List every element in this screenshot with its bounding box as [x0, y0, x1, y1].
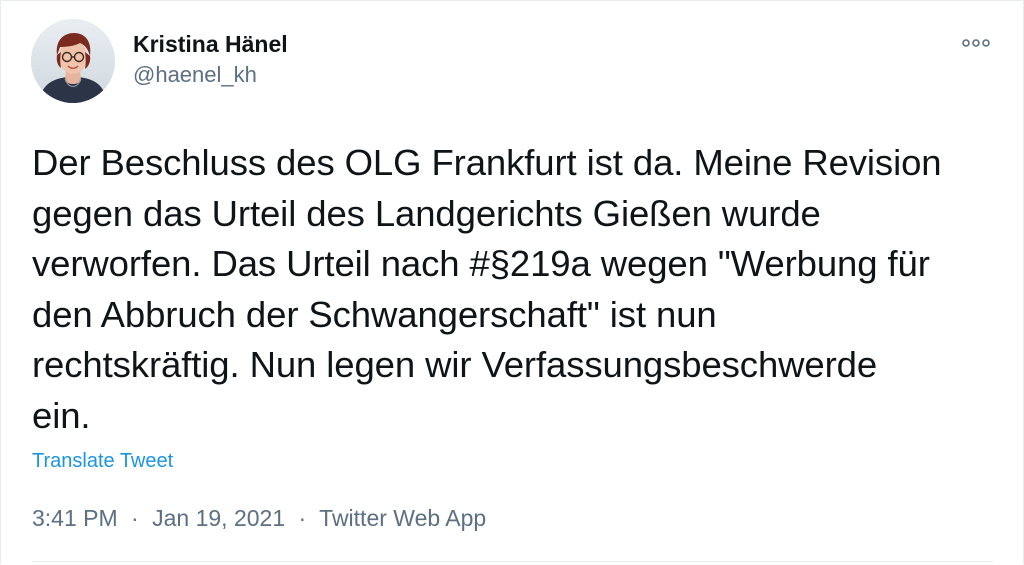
tweet-source[interactable]: Twitter Web App: [319, 505, 486, 531]
tweet-meta: 3:41 PM · Jan 19, 2021 · Twitter Web App: [32, 503, 486, 533]
divider: [32, 561, 993, 562]
tweet-text: Der Beschluss des OLG Frankfurt ist da. …: [32, 142, 942, 436]
meta-separator: ·: [298, 505, 307, 531]
meta-separator: ·: [131, 505, 139, 531]
author-display-name[interactable]: Kristina Hänel: [133, 29, 288, 59]
tweet-date[interactable]: Jan 19, 2021: [152, 505, 285, 531]
author-handle[interactable]: @haenel_kh: [133, 60, 288, 90]
avatar[interactable]: [31, 19, 115, 103]
tweet-card: Kristina Hänel @haenel_kh Der Beschluss …: [0, 0, 1024, 564]
tweet-time[interactable]: 3:41 PM: [32, 505, 118, 531]
author-names: Kristina Hänel @haenel_kh: [133, 29, 288, 90]
profile-photo-icon: [31, 19, 115, 103]
more-options-icon[interactable]: [961, 33, 991, 53]
tweet-header: Kristina Hänel @haenel_kh: [31, 19, 993, 105]
translate-tweet-link[interactable]: Translate Tweet: [32, 448, 173, 474]
